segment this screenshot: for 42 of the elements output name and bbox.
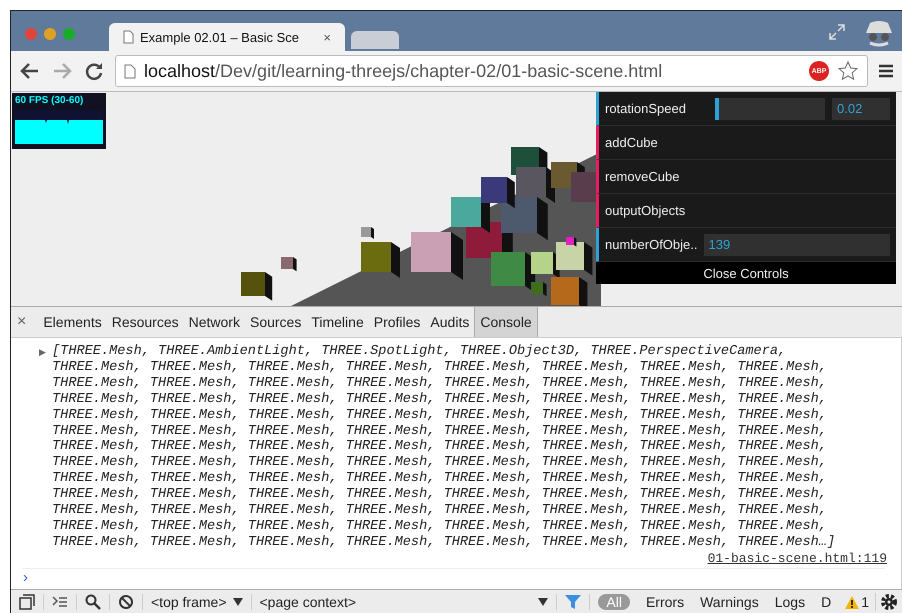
devtools-tab[interactable]: Audits <box>425 307 474 337</box>
devtools-tab[interactable]: Console <box>474 307 538 337</box>
page-icon <box>123 30 134 44</box>
warning-icon <box>845 596 860 608</box>
frame-select[interactable]: <top frame> <box>143 594 252 610</box>
function-button[interactable]: addCube <box>596 126 896 160</box>
caret-icon <box>538 598 548 606</box>
control-label: rotationSpeed <box>605 101 687 116</box>
close-controls-button[interactable]: Close Controls <box>596 262 896 284</box>
devtools-tab[interactable]: Timeline <box>306 307 369 337</box>
filter-option[interactable]: Errors <box>638 594 692 610</box>
filter-option[interactable]: D <box>813 594 840 610</box>
devtools-tab[interactable]: Profiles <box>368 307 426 337</box>
star-icon[interactable] <box>837 60 859 82</box>
value-field[interactable]: 0.02 <box>832 98 890 120</box>
warning-count: 1 <box>861 594 869 610</box>
menu-icon[interactable] <box>878 63 894 79</box>
context-select[interactable]: <page context> <box>252 594 558 610</box>
page-icon <box>124 64 136 78</box>
function-button[interactable]: outputObjects <box>596 194 896 228</box>
caret-icon <box>232 598 242 606</box>
control-label: numberOfObje.. <box>605 237 698 252</box>
value-field[interactable]: 139 <box>704 234 890 256</box>
close-tab-button[interactable]: × <box>323 30 331 44</box>
fps-label: 60 FPS (30-60) <box>15 95 84 106</box>
console-output: [THREE.Mesh, THREE.AmbientLight, THREE.SpotLight, THREE.Object3D, THREE.PerspectiveCamera, THREE.Mesh, THREE.Mesh, THREE.Mesh, THREE.Mesh, THREE.Mesh, THREE.Mesh, THREE.Mesh, THREE.Mesh, THREE.Mesh, THREE.Mesh, THREE.Mesh, THREE.Mesh, THREE.Mesh, THREE.Mesh, THREE.Mesh, THREE.Mesh, THREE.Mesh, THREE.Mesh, THREE.Mesh, THREE.Mesh, THREE.Mesh, THREE.Mesh, THREE.Mesh, THREE.Mesh, THREE.Mesh, THREE.Mesh, THREE.Mesh, THREE.Mesh, THREE.Mesh, THREE.Mesh, THREE.Mesh, THREE.Mesh, THREE.Mesh, THREE.Mesh, THREE.Mesh, THREE.Mesh, THREE.Mesh, THREE.Mesh, THREE.Mesh, THREE.Mesh, THREE.Mesh, THREE.Mesh, THREE.Mesh, THREE.Mesh, THREE.Mesh, THREE.Mesh, THREE.Mesh, THREE.Mesh, THREE.Mesh, THREE.Mesh, THREE.Mesh, THREE.Mesh, THREE.Mesh, THREE.Mesh, THREE.Mesh, THREE.Mesh, THREE.Mesh, THREE.Mesh, THREE.Mesh, THREE.Mesh, THREE.Mesh, THREE.Mesh, THREE.Mesh, THREE.Mesh, THREE.Mesh, THREE.Mesh, THREE.Mesh, THREE.Mesh, THREE.Mesh, THREE.Mesh, THREE.Mesh, THREE.Mesh, THREE.Mesh, THREE.Mesh, THREE.Mesh, THREE.Mesh, THREE.Mesh, THREE.Mesh, THREE.Mesh, THREE.Mesh, THREE.Mesh, THREE.Mesh, THREE.Mesh, THREE.Mesh, THREE.Mesh, THREE.Mesh, THREE.Mesh, THREE.Mesh, THREE.Mesh, THREE.Mesh, THREE.Mesh, THREE.Mesh, THREE.Mesh, THREE.Mesh, THREE.Mesh, THREE.Mesh…] <box>52 344 836 551</box>
function-button[interactable]: removeCube <box>596 160 896 194</box>
url-text: localhost/Dev/git/learning-threejs/chapter-02/01-basic-scene.html <box>144 60 662 82</box>
devtools-tab[interactable]: Sources <box>244 307 306 337</box>
filter-option[interactable]: Logs <box>766 594 814 610</box>
slider-fill[interactable] <box>715 98 720 120</box>
close-devtools-button[interactable]: × <box>17 313 26 331</box>
console-prompt[interactable]: › <box>23 568 885 586</box>
filter-option[interactable]: Warnings <box>692 594 767 610</box>
devtools-tab[interactable]: Network <box>184 307 245 337</box>
expand-toggle[interactable]: ▶ <box>39 347 46 357</box>
browser-tab[interactable]: Example 02.01 – Basic Sce × <box>109 23 345 51</box>
source-link[interactable]: 01-basic-scene.html:119 <box>708 550 901 566</box>
slider-control[interactable]: rotationSpeed 0.02 <box>596 92 896 126</box>
devtools-tab[interactable]: Elements <box>38 307 107 337</box>
fullscreen-icon[interactable] <box>828 23 846 41</box>
devtools-tab[interactable]: Resources <box>106 307 184 337</box>
